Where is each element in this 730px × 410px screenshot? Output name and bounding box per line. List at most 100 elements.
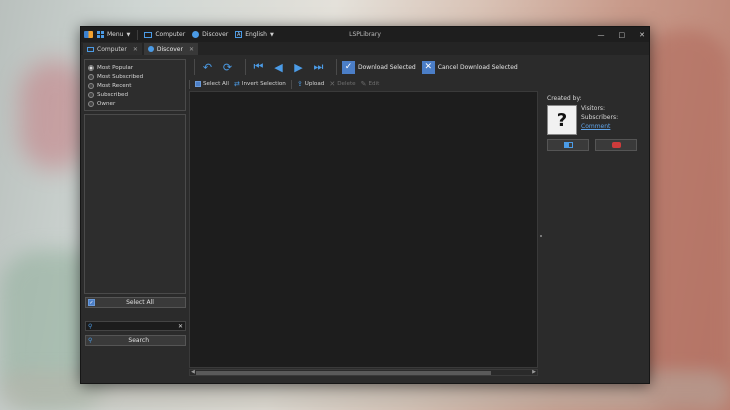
language-icon: A — [235, 31, 243, 38]
unsubscribe-button[interactable] — [595, 139, 637, 151]
details-panel: Created by: ? Visitors: Subscribers: Com… — [545, 91, 649, 191]
title-bar: Menu ▼ Computer Discover A English ▼ LSP… — [81, 27, 649, 42]
filter-option-most-subscribed[interactable]: Most Subscribed — [88, 72, 182, 81]
first-page-icon[interactable]: ⏮ — [251, 60, 266, 75]
cancel-download-selected-label: Cancel Download Selected — [437, 63, 518, 71]
close-tab-icon[interactable]: ✕ — [189, 46, 194, 53]
horizontal-scrollbar[interactable]: ◀ ▶ — [189, 369, 538, 376]
window-controls: — □ ✕ — [598, 27, 646, 42]
discover-icon — [147, 46, 154, 52]
items-view[interactable] — [189, 91, 538, 368]
search-icon: ⚲ — [88, 322, 93, 330]
filter-option-subscribed[interactable]: Subscribed — [88, 90, 182, 99]
invert-selection-icon: ⇄ — [233, 80, 240, 88]
tab-label: Computer — [97, 45, 127, 53]
close-icon[interactable]: ✕ — [639, 31, 645, 39]
checkmark-icon: ✓ — [342, 60, 355, 74]
delete-action[interactable]: ✕ Delete — [329, 80, 355, 88]
scrollbar-thumb[interactable] — [196, 371, 491, 375]
filter-label: Most Subscribed — [97, 73, 144, 80]
search-button-label: Search — [128, 337, 150, 344]
sort-filter-group: Most Popular Most Subscribed Most Recent… — [84, 59, 186, 111]
upload-action[interactable]: ⇪ Upload — [297, 80, 324, 88]
edit-icon: ✎ — [360, 80, 367, 88]
discover-icon — [192, 31, 200, 38]
upload-icon: ⇪ — [296, 80, 303, 88]
select-all-button[interactable]: ✓ Select All — [85, 297, 186, 308]
radio-icon — [88, 82, 94, 89]
toolbar-separator — [336, 59, 337, 75]
chevron-down-icon: ▼ — [126, 31, 131, 38]
cancel-download-selected-button[interactable]: ✕ Cancel Download Selected — [421, 60, 518, 74]
visitors-label: Visitors: — [581, 105, 606, 112]
background-blur-brick — [640, 30, 730, 410]
minimize-icon[interactable]: — — [598, 31, 605, 39]
filter-label: Owner — [97, 100, 116, 107]
discover-nav-button[interactable]: Discover — [192, 31, 228, 38]
filter-label: Subscribed — [97, 91, 129, 98]
tab-strip: Computer ✕ Discover ✕ — [81, 42, 649, 55]
language-label: English — [245, 31, 267, 38]
left-panel: Most Popular Most Subscribed Most Recent… — [83, 57, 187, 383]
computer-label: Computer — [155, 31, 186, 38]
edit-action[interactable]: ✎ Edit — [361, 80, 380, 88]
radio-icon — [88, 100, 94, 107]
upload-label: Upload — [304, 81, 325, 87]
computer-nav-button[interactable]: Computer — [144, 31, 185, 38]
maximize-icon[interactable]: □ — [619, 31, 626, 39]
undo-icon[interactable]: ↶ — [200, 60, 215, 75]
monitor-icon — [87, 46, 94, 52]
filter-option-most-recent[interactable]: Most Recent — [88, 81, 182, 90]
edit-label: Edit — [368, 81, 380, 87]
select-all-action-label: Select All — [203, 81, 229, 87]
windows-icon — [97, 31, 104, 38]
toolbar-separator — [245, 59, 246, 75]
toolbar-separator — [194, 59, 195, 75]
delete-label: Delete — [337, 81, 356, 87]
chevron-down-icon: ▼ — [269, 31, 274, 38]
clear-icon[interactable]: ✕ — [178, 323, 183, 330]
radio-icon — [88, 91, 94, 98]
filter-option-owner[interactable]: Owner — [88, 99, 182, 108]
created-by-label: Created by: — [547, 95, 582, 102]
discover-label: Discover — [202, 31, 229, 38]
menu-button[interactable]: Menu ▼ — [97, 31, 130, 38]
previous-icon[interactable]: ◀ — [271, 60, 286, 75]
comment-link[interactable]: Comment — [581, 123, 610, 130]
invert-selection-label: Invert Selection — [241, 81, 286, 87]
title-separator — [137, 29, 139, 40]
category-list[interactable] — [84, 114, 186, 294]
filter-label: Most Recent — [97, 82, 132, 89]
download-selected-label: Download Selected — [358, 63, 416, 71]
unsubscribe-icon — [611, 142, 621, 148]
toolbar-separator — [189, 79, 190, 89]
scroll-left-icon[interactable]: ◀ — [191, 369, 195, 375]
filter-option-most-popular[interactable]: Most Popular — [88, 63, 182, 72]
scroll-right-icon[interactable]: ▶ — [532, 369, 536, 375]
app-logo-icon — [84, 31, 93, 38]
invert-selection-action[interactable]: ⇄ Invert Selection — [234, 80, 286, 88]
subscribe-icon — [563, 142, 573, 148]
radio-selected-icon — [88, 64, 94, 71]
close-tab-icon[interactable]: ✕ — [133, 46, 138, 53]
avatar-placeholder: ? — [556, 109, 568, 131]
next-icon[interactable]: ▶ — [291, 60, 306, 75]
monitor-icon — [144, 31, 153, 38]
select-all-action[interactable]: Select All — [195, 81, 229, 87]
tab-discover[interactable]: Discover ✕ — [143, 43, 198, 55]
checkbox-checked-icon: ✓ — [88, 299, 95, 306]
menu-label: Menu — [107, 31, 124, 38]
refresh-icon[interactable]: ⟳ — [220, 60, 235, 75]
search-button[interactable]: ⚲ Search — [85, 335, 186, 346]
select-all-label: Select All — [126, 299, 154, 306]
download-selected-button[interactable]: ✓ Download Selected — [342, 60, 416, 74]
last-page-icon[interactable]: ⏭ — [311, 60, 326, 75]
toolbar-separator — [290, 79, 292, 89]
tab-computer[interactable]: Computer ✕ — [83, 43, 142, 55]
subscribe-button[interactable] — [547, 139, 589, 151]
subscribers-label: Subscribers: — [581, 114, 619, 121]
splitter-handle[interactable] — [540, 235, 542, 237]
language-select[interactable]: A English ▼ — [235, 31, 274, 38]
app-window: Menu ▼ Computer Discover A English ▼ LSP… — [80, 26, 650, 384]
search-input[interactable]: ⚲ ✕ — [85, 321, 186, 331]
